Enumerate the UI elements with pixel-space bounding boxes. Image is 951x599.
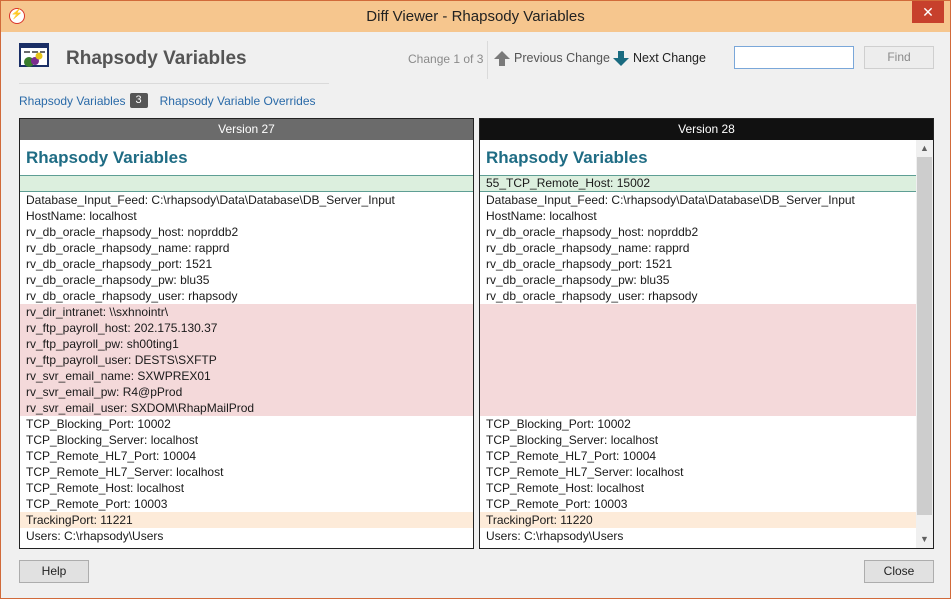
diff-viewer-window: ⚡ Diff Viewer - Rhapsody Variables ✕ Rha…	[0, 0, 951, 599]
left-variable-row: rv_svr_email_user: SXDOM\RhapMailProd	[20, 400, 473, 416]
left-variable-row: TCP_Remote_HL7_Server: localhost	[26, 465, 224, 479]
right-variable-row: Users: C:\rhapsody\Users	[486, 529, 624, 543]
left-variable-row: rv_db_oracle_rhapsody_pw: blu35	[26, 273, 210, 287]
right-section-title: Rhapsody Variables	[486, 148, 648, 167]
left-variable-row: TCP_Blocking_Port: 10002	[26, 417, 171, 431]
previous-change-label: Previous Change	[514, 51, 610, 65]
right-variable-row: TCP_Remote_Host: localhost	[486, 481, 645, 495]
title-bar: ⚡ Diff Viewer - Rhapsody Variables ✕	[1, 1, 950, 32]
right-variable-list: 55_TCP_Remote_Host: 15002 Database_Input_…	[480, 175, 917, 544]
left-variable-row: rv_db_oracle_rhapsody_host: noprddb2	[26, 225, 239, 239]
header-divider	[19, 83, 329, 84]
left-variable-row: HostName: localhost	[26, 209, 137, 223]
left-variable-row: TrackingPort: 11221	[20, 512, 473, 528]
left-variable-row: Database_Input_Feed: C:\rhapsody\Data\Da…	[26, 193, 395, 207]
tab-rhapsody-variables[interactable]: Rhapsody Variables 3	[19, 93, 148, 108]
close-button[interactable]: Close	[864, 560, 934, 583]
change-count-badge: 3	[129, 93, 148, 108]
left-variable-list: Database_Input_Feed: C:\rhapsody\Data\Da…	[20, 175, 473, 544]
next-change-label: Next Change	[633, 51, 706, 65]
change-counter: Change 1 of 3	[408, 52, 484, 66]
right-variable-row: rv_db_oracle_rhapsody_user: rhapsody	[486, 289, 698, 303]
right-variable-row	[480, 384, 917, 400]
right-variable-row	[480, 400, 917, 416]
tab-rhapsody-variable-overrides[interactable]: Rhapsody Variable Overrides	[160, 94, 316, 108]
right-variable-row: HostName: localhost	[486, 209, 597, 223]
right-variable-row: TCP_Remote_Port: 10003	[486, 497, 628, 511]
scroll-down-arrow-icon[interactable]: ▼	[916, 531, 933, 548]
left-variable-row: rv_dir_intranet: \\sxhnointr\	[20, 304, 473, 320]
right-variable-row	[480, 336, 917, 352]
left-variable-row: TCP_Remote_HL7_Port: 10004	[26, 449, 197, 463]
help-button[interactable]: Help	[19, 560, 89, 583]
window-close-button[interactable]: ✕	[912, 1, 944, 23]
next-change-button[interactable]: Next Change	[613, 48, 706, 68]
right-version-pane[interactable]: Version 28 Rhapsody Variables 55_TCP_Rem…	[479, 118, 934, 549]
left-section-title: Rhapsody Variables	[26, 148, 188, 167]
right-variable-row: TCP_Blocking_Server: localhost	[486, 433, 659, 447]
right-variable-row	[480, 304, 917, 320]
right-variable-row: TCP_Blocking_Port: 10002	[486, 417, 631, 431]
left-version-pane[interactable]: Version 27 Rhapsody Variables Database_I…	[19, 118, 474, 549]
left-variable-row: rv_ftp_payroll_host: 202.175.130.37	[20, 320, 473, 336]
right-variable-row: Database_Input_Feed: C:\rhapsody\Data\Da…	[486, 193, 855, 207]
arrow-down-icon	[613, 50, 629, 66]
left-variable-row	[20, 175, 473, 192]
rhapsody-variables-icon	[19, 43, 49, 67]
right-variable-row	[480, 352, 917, 368]
left-variable-row: TCP_Remote_Host: localhost	[26, 481, 185, 495]
right-variable-row: rv_db_oracle_rhapsody_pw: blu35	[486, 273, 670, 287]
left-variable-row: TCP_Blocking_Server: localhost	[26, 433, 199, 447]
right-variable-row: rv_db_oracle_rhapsody_name: rapprd	[486, 241, 690, 255]
right-variable-row: rv_db_oracle_rhapsody_port: 1521	[486, 257, 673, 271]
right-variable-row: TCP_Remote_HL7_Server: localhost	[486, 465, 684, 479]
tab-bar: Rhapsody Variables 3 Rhapsody Variable O…	[19, 93, 316, 108]
tab-label: Rhapsody Variables	[19, 93, 126, 108]
right-variable-row	[480, 368, 917, 384]
vertical-scrollbar[interactable]: ▲ ▼	[916, 140, 933, 548]
page-title: Rhapsody Variables	[66, 48, 247, 69]
left-variable-row: rv_ftp_payroll_user: DESTS\SXFTP	[20, 352, 473, 368]
arrow-up-icon	[494, 50, 510, 66]
right-variable-row: TCP_Remote_HL7_Port: 10004	[486, 449, 657, 463]
scroll-up-arrow-icon[interactable]: ▲	[916, 140, 933, 157]
right-variable-row: 55_TCP_Remote_Host: 15002	[480, 175, 917, 192]
left-variable-row: rv_db_oracle_rhapsody_user: rhapsody	[26, 289, 238, 303]
right-version-header: Version 28	[480, 119, 933, 140]
right-variable-row	[480, 320, 917, 336]
left-variable-row: rv_svr_email_name: SXWPREX01	[20, 368, 473, 384]
left-variable-row: Users: C:\rhapsody\Users	[26, 529, 164, 543]
left-variable-row: rv_db_oracle_rhapsody_name: rapprd	[26, 241, 230, 255]
right-variable-row: rv_db_oracle_rhapsody_host: noprddb2	[486, 225, 699, 239]
window-title: Diff Viewer - Rhapsody Variables	[366, 8, 585, 25]
left-variable-row: TCP_Remote_Port: 10003	[26, 497, 168, 511]
find-button[interactable]: Find	[864, 46, 934, 69]
previous-change-button[interactable]: Previous Change	[494, 48, 610, 68]
search-input[interactable]	[734, 46, 854, 69]
tab-label: Rhapsody Variable Overrides	[159, 93, 316, 108]
left-version-header: Version 27	[20, 119, 473, 140]
scroll-thumb[interactable]	[917, 157, 932, 515]
left-variable-row: rv_ftp_payroll_pw: sh00ting1	[20, 336, 473, 352]
nav-divider	[487, 41, 488, 79]
left-variable-row: rv_db_oracle_rhapsody_port: 1521	[26, 257, 213, 271]
left-variable-row: rv_svr_email_pw: R4@pProd	[20, 384, 473, 400]
right-variable-row: TrackingPort: 11220	[480, 512, 917, 528]
